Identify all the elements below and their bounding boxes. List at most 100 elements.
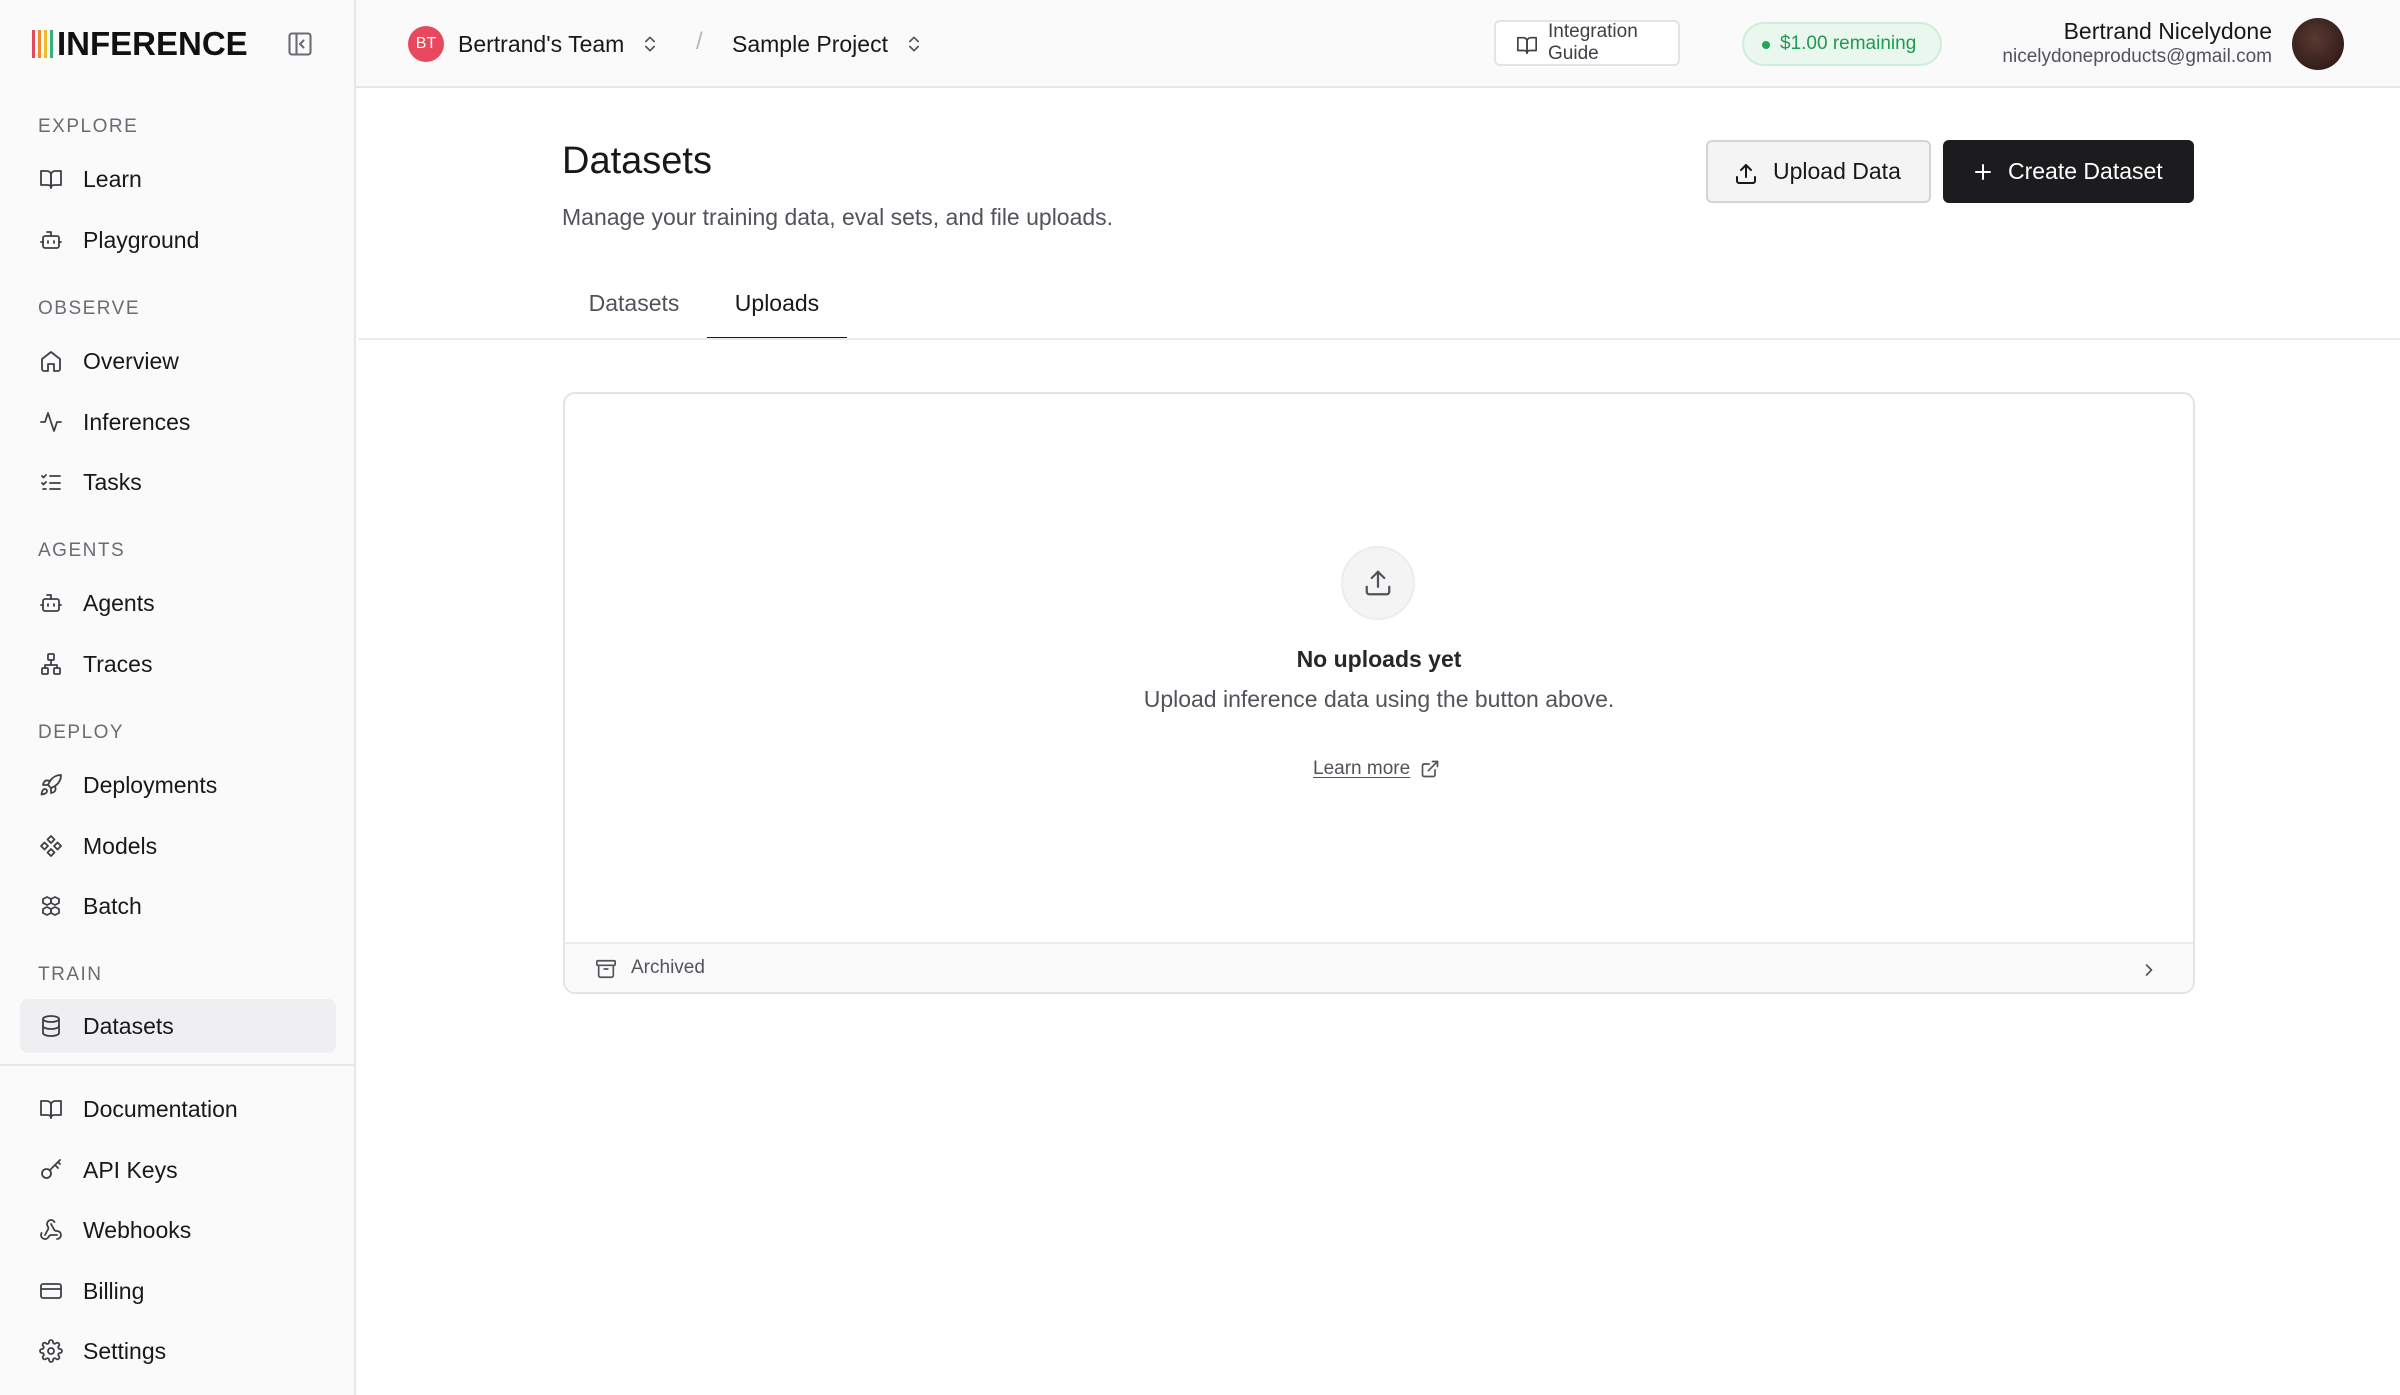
boxes-icon <box>38 893 64 919</box>
section-label-explore: EXPLORE <box>38 116 139 137</box>
sidebar-item-label: API Keys <box>83 1156 178 1183</box>
project-name: Sample Project <box>732 30 888 57</box>
section-label-deploy: DEPLOY <box>38 722 125 743</box>
sidebar-item-deployments[interactable]: Deployments <box>20 758 336 812</box>
sidebar-collapse-button[interactable] <box>286 30 314 58</box>
integration-guide-label: Integration Guide <box>1548 21 1638 64</box>
empty-state-description: Upload inference data using the button a… <box>1143 686 1615 712</box>
top-bar: BT Bertrand's Team / Sample Project Inte… <box>356 0 2400 88</box>
sidebar-item-documentation[interactable]: Documentation <box>20 1082 336 1136</box>
sidebar-item-label: Datasets <box>83 1012 174 1039</box>
sidebar-item-learn[interactable]: Learn <box>20 152 336 206</box>
sidebar-item-label: Deployments <box>83 771 218 798</box>
team-switcher[interactable]: BT Bertrand's Team <box>408 24 660 64</box>
empty-state-icon <box>1341 546 1415 620</box>
book-icon <box>38 166 64 192</box>
tab-datasets[interactable]: Datasets <box>562 290 706 338</box>
book-icon <box>1517 36 1537 55</box>
credit-card-icon <box>38 1278 64 1304</box>
upload-data-button[interactable]: Upload Data <box>1706 140 1931 203</box>
sidebar-item-label: Inferences <box>83 408 191 435</box>
archived-label: Archived <box>631 957 705 978</box>
sidebar-item-traces[interactable]: Traces <box>20 637 336 691</box>
sidebar-item-label: Playground <box>83 226 200 253</box>
status-dot <box>1762 41 1770 49</box>
page-title: Datasets <box>562 140 712 182</box>
logo-bars <box>32 30 53 58</box>
sidebar-item-label: Settings <box>83 1337 167 1364</box>
credits-text: $1.00 remaining <box>1780 33 1917 54</box>
breadcrumb-separator: / <box>696 28 703 55</box>
webhook-icon <box>38 1217 64 1243</box>
list-checks-icon <box>38 469 64 495</box>
section-label-agents: AGENTS <box>38 540 126 561</box>
integration-guide-button[interactable]: Integration Guide <box>1494 20 1680 66</box>
archived-row[interactable]: Archived <box>565 942 2193 992</box>
sidebar-item-label: Models <box>83 832 158 859</box>
tab-uploads[interactable]: Uploads <box>707 290 847 340</box>
create-dataset-label: Create Dataset <box>2008 158 2163 184</box>
plus-icon <box>1975 164 1991 180</box>
credits-badge: $1.00 remaining <box>1742 22 1942 66</box>
sidebar-item-label: Tasks <box>83 468 142 495</box>
sidebar-item-billing[interactable]: Billing <box>20 1264 336 1318</box>
sidebar-item-label: Agents <box>83 589 155 616</box>
book-icon <box>38 1096 64 1122</box>
chevrons-up-down-icon <box>645 36 656 52</box>
sidebar-item-batch[interactable]: Batch <box>20 879 336 933</box>
team-avatar: BT <box>408 26 444 62</box>
sidebar-item-label: Billing <box>83 1277 145 1304</box>
sidebar-item-api-keys[interactable]: API Keys <box>20 1143 336 1197</box>
activity-icon <box>38 409 64 435</box>
network-icon <box>38 651 64 677</box>
upload-icon <box>1365 570 1391 596</box>
empty-state-title: No uploads yet <box>1296 646 1462 672</box>
logo-row: INFERENCE <box>0 0 354 88</box>
sidebar-item-label: Traces <box>83 650 153 677</box>
user-avatar[interactable] <box>2292 18 2344 70</box>
sidebar-item-inferences[interactable]: Inferences <box>20 395 336 449</box>
learn-more-link[interactable]: Learn more <box>1313 758 1440 780</box>
sidebar-item-playground[interactable]: Playground <box>20 213 336 267</box>
sidebar: INFERENCE EXPLORE Learn Playground OBSER… <box>0 0 356 1395</box>
page-subtitle: Manage your training data, eval sets, an… <box>562 204 1114 230</box>
components-icon <box>38 833 64 859</box>
chevron-right-icon <box>2145 964 2153 976</box>
sidebar-item-label: Learn <box>83 165 142 192</box>
uploads-panel: No uploads yet Upload inference data usi… <box>563 392 2195 994</box>
sidebar-divider <box>0 1064 354 1066</box>
chevrons-up-down-icon <box>908 36 919 52</box>
sidebar-item-settings[interactable]: Settings <box>20 1324 336 1378</box>
sidebar-item-label: Webhooks <box>83 1216 192 1243</box>
sidebar-item-label: Documentation <box>83 1095 238 1122</box>
home-icon <box>38 348 64 374</box>
user-email: nicelydoneproducts@gmail.com <box>2002 46 2272 67</box>
sidebar-item-webhooks[interactable]: Webhooks <box>20 1203 336 1257</box>
sidebar-item-datasets[interactable]: Datasets <box>20 999 336 1053</box>
logo-text: INFERENCE <box>57 25 248 62</box>
logo[interactable]: INFERENCE <box>32 25 248 62</box>
key-icon <box>38 1157 64 1183</box>
sidebar-item-label: Batch <box>83 892 142 919</box>
tabs-divider <box>358 338 2400 340</box>
sidebar-item-tasks[interactable]: Tasks <box>20 455 336 509</box>
upload-icon <box>1736 164 1756 184</box>
bot-icon <box>38 227 64 253</box>
sidebar-item-label: Overview <box>83 347 179 374</box>
panel-left-icon <box>288 32 312 56</box>
upload-data-label: Upload Data <box>1773 158 1901 184</box>
learn-more-label: Learn more <box>1313 758 1411 779</box>
create-dataset-button[interactable]: Create Dataset <box>1943 140 2194 203</box>
sidebar-item-overview[interactable]: Overview <box>20 334 336 388</box>
rocket-icon <box>38 772 64 798</box>
sidebar-item-models[interactable]: Models <box>20 819 336 873</box>
section-label-train: TRAIN <box>38 964 103 985</box>
project-switcher[interactable]: Sample Project <box>732 24 924 64</box>
external-link-icon <box>1421 760 1439 778</box>
team-name: Bertrand's Team <box>458 30 625 57</box>
database-icon <box>38 1013 64 1039</box>
user-name: Bertrand Nicelydone <box>2063 18 2272 44</box>
sidebar-item-agents[interactable]: Agents <box>20 576 336 630</box>
archive-icon <box>596 959 616 979</box>
bot-icon <box>38 590 64 616</box>
